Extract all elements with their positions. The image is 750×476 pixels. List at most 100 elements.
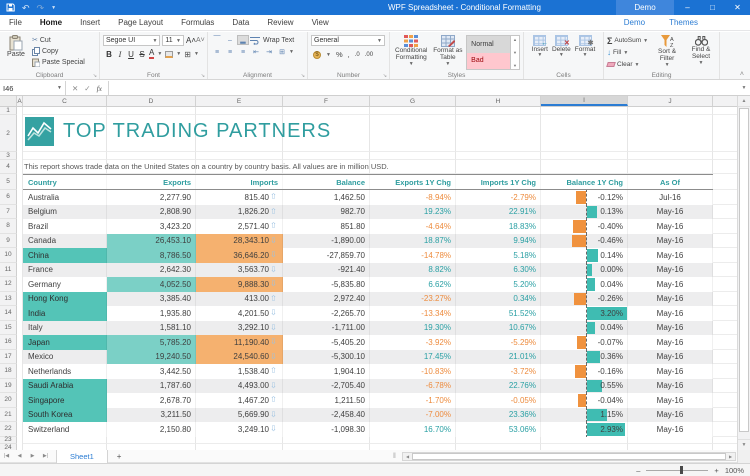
cell[interactable] bbox=[713, 393, 737, 408]
cell[interactable] bbox=[196, 152, 283, 160]
clear-button[interactable]: Clear▼ bbox=[607, 59, 648, 70]
cell[interactable] bbox=[541, 437, 628, 444]
cell[interactable] bbox=[713, 234, 737, 249]
cell-country[interactable]: Brazil bbox=[23, 219, 107, 234]
wrap-text-button[interactable]: Wrap Text bbox=[263, 37, 294, 44]
cell-imports-1y-chg[interactable]: 0.34% bbox=[456, 292, 541, 307]
cell-exports[interactable]: 3,385.40 bbox=[107, 292, 196, 307]
row-header-16[interactable]: 16 bbox=[0, 335, 17, 350]
cell-as-of[interactable]: May-16 bbox=[628, 248, 713, 263]
cell-as-of[interactable]: May-16 bbox=[628, 263, 713, 278]
delete-cells-button[interactable]: ✕ Delete ▼ bbox=[552, 35, 571, 70]
cell[interactable] bbox=[370, 437, 456, 444]
qat-dropdown-icon[interactable]: ▼ bbox=[51, 5, 56, 11]
scroll-down-icon[interactable]: ▼ bbox=[738, 439, 750, 450]
chevron-down-icon[interactable]: ▼ bbox=[194, 51, 199, 57]
undo-icon[interactable]: ↶ bbox=[22, 3, 30, 13]
cell[interactable] bbox=[370, 107, 456, 115]
cell-as-of[interactable]: May-16 bbox=[628, 335, 713, 350]
cell-balance-1y-chg[interactable]: 0.13% bbox=[541, 205, 628, 220]
formula-bar-expand-icon[interactable]: ▼ bbox=[738, 81, 750, 95]
cell[interactable] bbox=[713, 364, 737, 379]
row-header-7[interactable]: 7 bbox=[0, 205, 17, 220]
paste-special-button[interactable]: Paste Special bbox=[32, 57, 85, 67]
cell-country[interactable]: Japan bbox=[23, 335, 107, 350]
cell[interactable] bbox=[713, 408, 737, 423]
cell-exports[interactable]: 2,150.80 bbox=[107, 422, 196, 437]
cell-imports[interactable]: 11,190.40⇩ bbox=[196, 335, 283, 350]
cell-imports[interactable]: 28,343.10⇩ bbox=[196, 234, 283, 249]
percent-style-button[interactable]: % bbox=[336, 50, 343, 59]
cell[interactable] bbox=[283, 152, 370, 160]
align-left-button[interactable]: ≡ bbox=[211, 47, 223, 57]
collapse-ribbon-icon[interactable]: ˄ bbox=[740, 71, 744, 78]
cell-balance[interactable]: 1,462.50 bbox=[283, 190, 370, 205]
cell-imports-1y-chg[interactable]: 21.01% bbox=[456, 350, 541, 365]
tab-view[interactable]: View bbox=[303, 15, 338, 31]
align-bottom-button[interactable]: ▂ bbox=[237, 35, 249, 45]
row-header-19[interactable]: 19 bbox=[0, 379, 17, 394]
font-name-combo[interactable]: Segoe UI▼ bbox=[103, 35, 160, 46]
cell-balance[interactable]: -27,859.70 bbox=[283, 248, 370, 263]
cell-exports[interactable]: 5,785.20 bbox=[107, 335, 196, 350]
first-sheet-icon[interactable]: |◀ bbox=[0, 450, 13, 463]
column-header-I[interactable]: I bbox=[541, 96, 628, 106]
cell-balance[interactable]: 851.80 bbox=[283, 219, 370, 234]
cell[interactable] bbox=[713, 277, 737, 292]
column-header-G[interactable]: G bbox=[370, 96, 456, 106]
row-header-6[interactable]: 6 bbox=[0, 190, 17, 205]
cell[interactable] bbox=[23, 437, 107, 444]
cell-exports[interactable]: 2,808.90 bbox=[107, 205, 196, 220]
cell-country[interactable]: India bbox=[23, 306, 107, 321]
shrink-font-button[interactable]: A˅ bbox=[196, 37, 204, 44]
cell-imports[interactable]: 815.40⇧ bbox=[196, 190, 283, 205]
cell-balance[interactable]: 1,904.10 bbox=[283, 364, 370, 379]
strikethrough-button[interactable]: S bbox=[138, 50, 146, 59]
cell-balance-1y-chg[interactable]: -0.26% bbox=[541, 292, 628, 307]
cell-balance-1y-chg[interactable]: 0.00% bbox=[541, 263, 628, 278]
cell[interactable] bbox=[713, 379, 737, 394]
column-header-C[interactable]: C bbox=[23, 96, 107, 106]
underline-button[interactable]: U bbox=[127, 50, 135, 59]
demo-link[interactable]: Demo bbox=[624, 18, 645, 27]
cell[interactable] bbox=[456, 115, 541, 152]
cell[interactable] bbox=[628, 107, 713, 115]
cell-as-of[interactable]: May-16 bbox=[628, 219, 713, 234]
cell-exports[interactable]: 1,787.60 bbox=[107, 379, 196, 394]
cell-balance-1y-chg[interactable]: -0.07% bbox=[541, 335, 628, 350]
cell-country[interactable]: Mexico bbox=[23, 350, 107, 365]
cell-country[interactable]: China bbox=[23, 248, 107, 263]
tab-file[interactable]: File bbox=[0, 15, 31, 31]
cell[interactable] bbox=[541, 115, 628, 152]
cell[interactable] bbox=[713, 292, 737, 307]
scroll-up-icon[interactable]: ▲ bbox=[738, 96, 750, 107]
cell-imports[interactable]: 1,826.20⇧ bbox=[196, 205, 283, 220]
row-header-9[interactable]: 9 bbox=[0, 234, 17, 249]
format-as-table-button[interactable]: Format as Table ▼ bbox=[432, 35, 463, 68]
tab-home[interactable]: Home bbox=[31, 15, 71, 31]
cell-exports-1y-chg[interactable]: -8.94% bbox=[370, 190, 456, 205]
zoom-out-button[interactable]: – bbox=[636, 466, 640, 475]
cell-balance-1y-chg[interactable]: 0.14% bbox=[541, 248, 628, 263]
grow-font-button[interactable]: A˄ bbox=[186, 36, 194, 45]
cell-exports-1y-chg[interactable]: -3.92% bbox=[370, 335, 456, 350]
cell-imports[interactable]: 2,571.40⇧ bbox=[196, 219, 283, 234]
column-header-D[interactable]: D bbox=[107, 96, 196, 106]
cell-imports[interactable]: 1,467.20⇧ bbox=[196, 393, 283, 408]
cell[interactable] bbox=[107, 152, 196, 160]
cell[interactable] bbox=[713, 335, 737, 350]
gallery-expand-icon[interactable]: ▼ bbox=[513, 63, 517, 68]
row-header-11[interactable]: 11 bbox=[0, 263, 17, 278]
cell-exports-1y-chg[interactable]: 16.70% bbox=[370, 422, 456, 437]
cell-exports[interactable]: 1,581.10 bbox=[107, 321, 196, 336]
cell-exports-1y-chg[interactable]: -10.83% bbox=[370, 364, 456, 379]
cell-balance[interactable]: 2,972.40 bbox=[283, 292, 370, 307]
cell-balance[interactable]: -2,705.40 bbox=[283, 379, 370, 394]
style-bad[interactable]: Bad bbox=[467, 53, 510, 70]
cell[interactable] bbox=[456, 160, 541, 174]
tab-data[interactable]: Data bbox=[223, 15, 258, 31]
header-imports[interactable]: Imports bbox=[196, 175, 283, 189]
insert-function-icon[interactable]: fx bbox=[97, 84, 102, 93]
cell[interactable] bbox=[196, 437, 283, 444]
cell-country[interactable]: Canada bbox=[23, 234, 107, 249]
